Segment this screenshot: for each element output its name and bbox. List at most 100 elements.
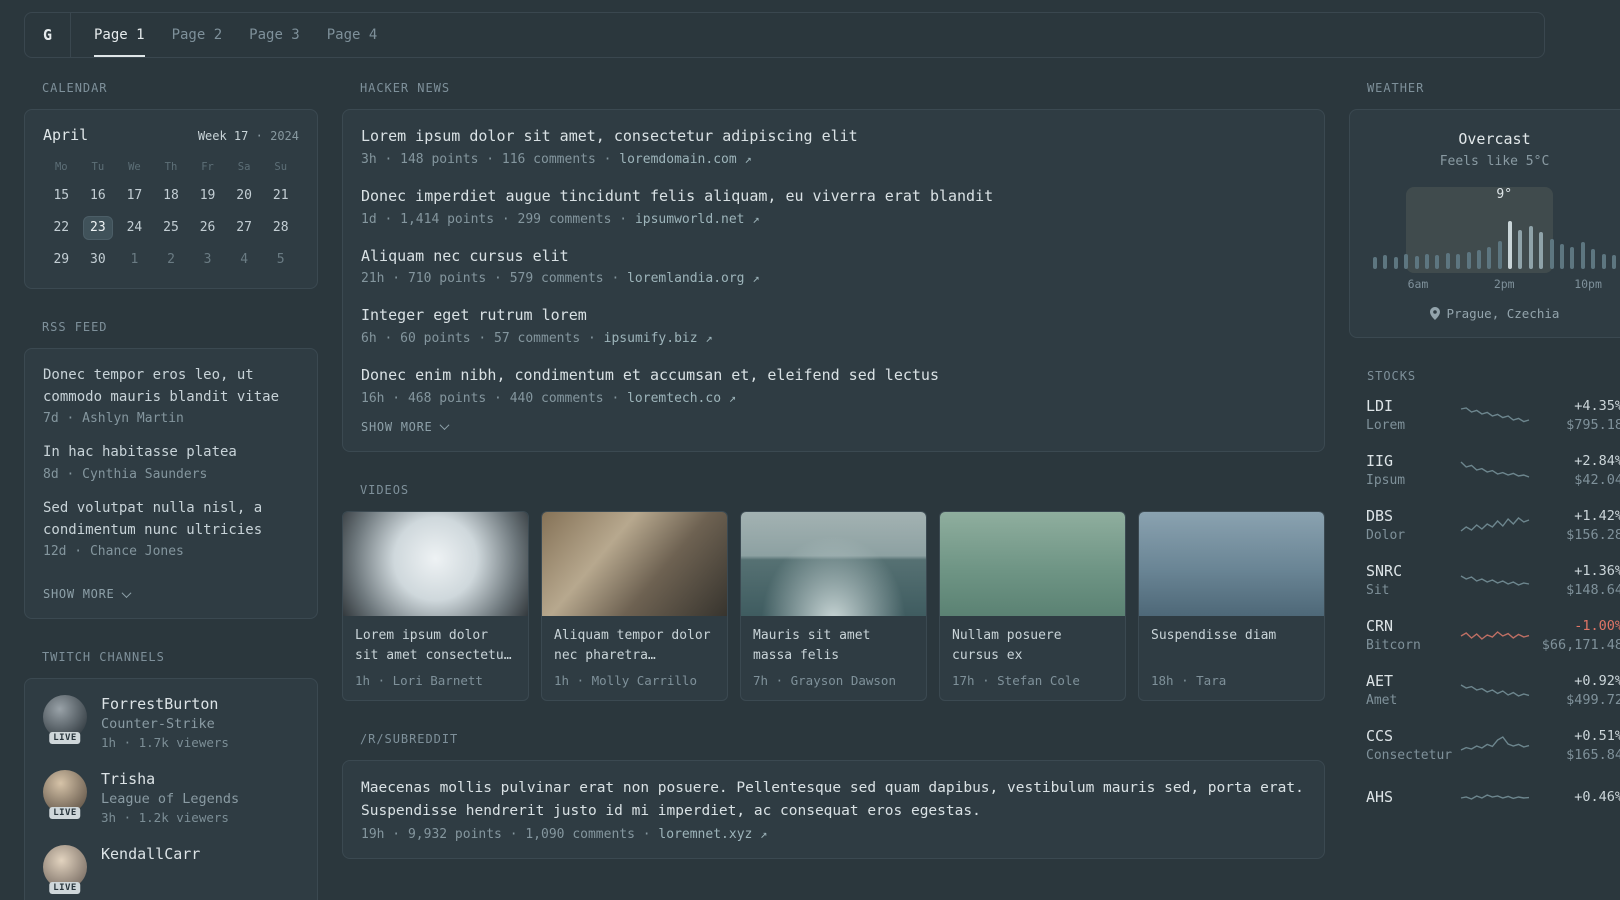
stock-price: $156.28	[1566, 526, 1620, 543]
rss-show-more-button[interactable]: SHOW MORE	[43, 587, 131, 601]
stock-symbol: LDI	[1366, 397, 1394, 415]
hackernews-item-title[interactable]: Donec imperdiet augue tincidunt felis al…	[361, 186, 1306, 208]
stock-row[interactable]: SNRC Sit +1.36% $148.64	[1366, 562, 1620, 598]
logo[interactable]: G	[25, 13, 71, 57]
weather-bar	[1591, 249, 1596, 269]
video-card-body: Mauris sit amet massa felis 7h · Grayson …	[741, 616, 926, 700]
stock-symbol: SNRC	[1366, 562, 1403, 580]
live-badge: LIVE	[49, 882, 81, 895]
calendar-day-header: Tu	[91, 161, 105, 173]
calendar-day-header: Su	[274, 161, 288, 173]
navbar: G Page 1 Page 2 Page 3 Page 4	[24, 12, 1545, 58]
hackernews-item-title[interactable]: Lorem ipsum dolor sit amet, consectetur …	[361, 126, 1306, 148]
stock-name: Ipsum	[1366, 473, 1406, 488]
stock-sparkline	[1460, 575, 1529, 586]
calendar-widget: CALENDAR April Week 17 · 2024 Mo Tu We Th Fr…	[24, 80, 318, 289]
stock-sparkline	[1460, 517, 1529, 532]
stock-info: AET Amet	[1366, 672, 1457, 708]
left-column: CALENDAR April Week 17 · 2024 Mo Tu We Th Fr…	[24, 80, 318, 900]
chevron-down-icon	[121, 588, 131, 598]
avatar-wrap: LIVE	[43, 695, 87, 745]
weather-bar	[1611, 255, 1616, 269]
stock-row[interactable]: IIG Ipsum +2.84% $42.04	[1366, 452, 1620, 488]
source-link[interactable]: loremlandia.org	[627, 271, 744, 286]
source-link[interactable]: ipsumify.biz	[604, 331, 698, 346]
calendar-day: 29	[53, 252, 70, 267]
hackernews-item-title[interactable]: Aliquam nec cursus elit	[361, 246, 1306, 268]
stock-row[interactable]: AET Amet +0.92% $499.72	[1366, 672, 1620, 708]
hackernews-show-more-button[interactable]: SHOW MORE	[361, 419, 449, 434]
stock-name: Amet	[1366, 693, 1398, 708]
weather-time-labels: 6am 2pm 10pm	[1373, 277, 1616, 292]
twitch-section-title: TWITCH CHANNELS	[42, 650, 165, 665]
hackernews-show-more-label: SHOW MORE	[361, 419, 433, 434]
twitch-channel-row[interactable]: LIVE ForrestBurton Counter-Strike 1h · 1.7k…	[43, 695, 299, 750]
rss-item-title[interactable]: In hac habitasse platea	[43, 442, 299, 464]
weather-bar	[1570, 247, 1575, 269]
video-card[interactable]: Nullam posuere cursus ex 17h · Stefan Col…	[939, 510, 1126, 702]
hackernews-item-title[interactable]: Integer eget rutrum lorem	[361, 305, 1306, 327]
video-card[interactable]: Suspendisse diam 18h · Tara	[1138, 510, 1325, 702]
stock-row[interactable]: LDI Lorem +4.35% $795.18	[1366, 397, 1620, 433]
stock-change: +1.36%	[1574, 562, 1620, 579]
stock-sparkline	[1460, 631, 1529, 640]
rss-widget: RSS FEED Donec tempor eros leo, ut commo…	[24, 319, 318, 620]
rss-item-title[interactable]: Sed volutpat nulla nisl, a condimentum n…	[43, 498, 299, 541]
stocks-section-title: STOCKS	[1367, 369, 1417, 383]
weather-bar	[1539, 232, 1544, 269]
calendar-day: 25	[163, 220, 179, 235]
rss-item: Sed volutpat nulla nisl, a condimentum n…	[43, 498, 299, 559]
calendar-card: April Week 17 · 2024 Mo Tu We Th Fr Sa Su 15 16 1…	[24, 109, 318, 289]
video-card[interactable]: Aliquam tempor dolor nec pharetra… 1h · M…	[541, 510, 728, 702]
source-link[interactable]: ipsumworld.net	[635, 212, 745, 227]
calendar-day: 28	[272, 220, 289, 235]
source-link[interactable]: loremtech.co	[627, 391, 721, 406]
stock-row[interactable]: DBS Dolor +1.42% $156.28	[1366, 507, 1620, 543]
twitch-channel-name[interactable]: KendallCarr	[101, 845, 200, 863]
stock-symbol: AHS	[1366, 788, 1394, 806]
twitch-channel-name[interactable]: ForrestBurton	[101, 695, 229, 713]
video-meta: 7h · Grayson Dawson	[753, 673, 896, 689]
video-meta: 17h · Stefan Cole	[952, 673, 1080, 689]
twitch-channel-row[interactable]: LIVE KendallCarr	[43, 845, 299, 895]
video-thumbnail-concrete-cross-against-sky	[343, 511, 528, 616]
video-thumbnail-hands-holding-camera	[542, 511, 727, 616]
hackernews-item-title[interactable]: Donec enim nibh, condimentum et accumsan…	[361, 365, 1306, 387]
item-meta: 6h · 60 points · 57 comments · ipsumify.…	[361, 331, 713, 346]
twitch-channel-row[interactable]: LIVE Trisha League of Legends 3h · 1.2k vie…	[43, 770, 299, 825]
stock-info: SNRC Sit	[1366, 562, 1457, 598]
twitch-channel-name[interactable]: Trisha	[101, 770, 239, 788]
weather-time-label: 6am	[1407, 277, 1429, 291]
stock-symbol: DBS	[1366, 507, 1394, 525]
stock-change: +1.42%	[1574, 507, 1620, 524]
calendar-day: 27	[236, 220, 252, 235]
weather-feels-like: Feels like 5°C	[1439, 154, 1550, 169]
rss-section-title: RSS FEED	[42, 320, 108, 334]
tab-page-2[interactable]: Page 2	[172, 13, 223, 57]
hackernews-list: Lorem ipsum dolor sit amet, consectetur …	[361, 126, 1306, 406]
post-title[interactable]: Maecenas mollis pulvinar erat non posuer…	[361, 777, 1306, 823]
source-link[interactable]: loremdomain.com	[619, 152, 736, 167]
item-meta: 21h · 710 points · 579 comments · loreml…	[361, 271, 760, 287]
stock-row[interactable]: CRN Bitcorn -1.00% $66,171.48	[1366, 617, 1620, 653]
stock-row[interactable]: AHS +0.46%	[1366, 782, 1620, 812]
video-meta: 1h · Lori Barnett	[355, 673, 483, 689]
weather-section-title: WEATHER	[1367, 81, 1425, 95]
tab-page-1[interactable]: Page 1	[94, 13, 145, 57]
calendar-day: 22	[53, 220, 70, 235]
item-meta: 16h · 468 points · 440 comments · loremt…	[361, 390, 737, 406]
stock-row[interactable]: CCS Consectetur +0.51% $165.84	[1366, 727, 1620, 763]
twitch-channel-info: KendallCarr	[101, 845, 200, 863]
rss-card: Donec tempor eros leo, ut commodo mauris…	[24, 348, 318, 620]
stock-symbol: AET	[1366, 672, 1394, 690]
video-card[interactable]: Lorem ipsum dolor sit amet consectetu… 1h…	[342, 510, 529, 702]
video-card[interactable]: Mauris sit amet massa felis 7h · Grayson …	[740, 510, 927, 702]
external-link-icon: ↗	[728, 390, 737, 405]
tab-page-3[interactable]: Page 3	[249, 13, 300, 57]
tab-page-4[interactable]: Page 4	[327, 13, 378, 57]
stock-name: Bitcorn	[1366, 638, 1421, 653]
source-link[interactable]: loremnet.xyz	[658, 827, 752, 842]
rss-item-title[interactable]: Donec tempor eros leo, ut commodo mauris…	[43, 365, 299, 408]
stock-values: +0.51% $165.84	[1533, 728, 1620, 763]
hackernews-item: Aliquam nec cursus elit 21h · 710 points …	[361, 246, 1306, 287]
